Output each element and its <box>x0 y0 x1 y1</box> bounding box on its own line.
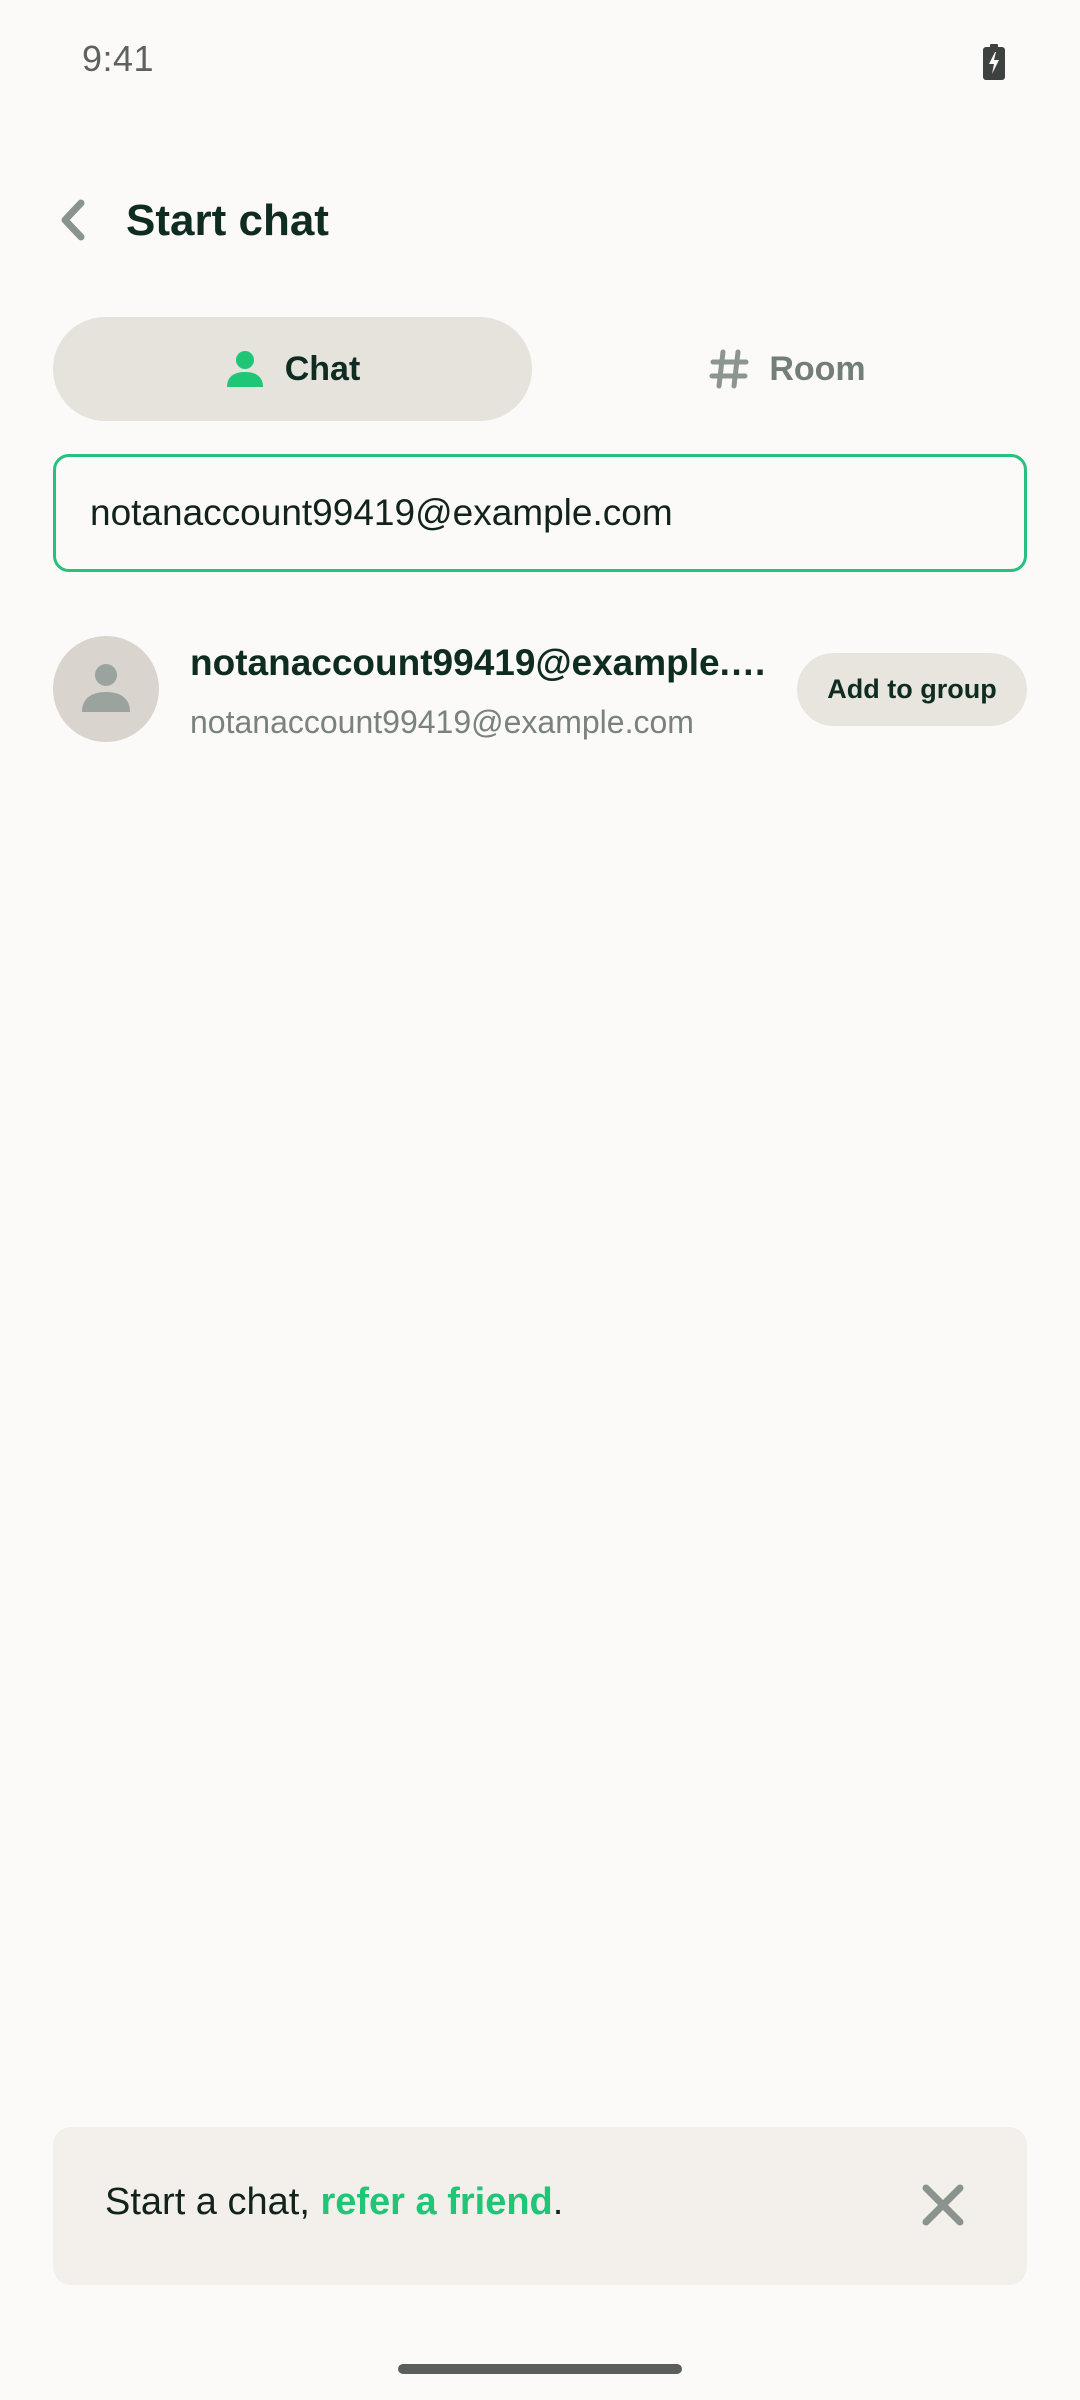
tab-chat[interactable]: Chat <box>53 317 532 421</box>
list-item[interactable]: notanaccount99419@example.com notanaccou… <box>53 636 1027 742</box>
person-icon <box>82 662 130 717</box>
person-icon <box>225 349 265 389</box>
add-to-group-button[interactable]: Add to group <box>797 653 1027 726</box>
back-button[interactable] <box>46 192 98 252</box>
page-title: Start chat <box>126 196 329 245</box>
home-indicator[interactable] <box>398 2364 682 2374</box>
tab-room[interactable]: Room <box>548 317 1027 421</box>
banner-close-button[interactable] <box>913 2177 973 2237</box>
refer-friend-banner: Start a chat, refer a friend. <box>53 2127 1027 2285</box>
battery-charging-icon <box>983 44 1005 80</box>
status-time: 9:41 <box>82 38 155 79</box>
result-name: notanaccount99419@example.com <box>190 642 780 683</box>
banner-text-suffix: . <box>552 2181 564 2223</box>
result-subtitle: notanaccount99419@example.com <box>190 704 694 740</box>
close-icon <box>921 2183 965 2232</box>
hash-icon <box>709 349 749 389</box>
banner-text: Start a chat, refer a friend. <box>105 2181 563 2224</box>
search-field[interactable] <box>53 454 1027 572</box>
start-chat-screen: 9:41 Start chat Chat Room notanaccount99… <box>0 0 1080 2400</box>
banner-text-prefix: Start a chat, <box>105 2181 321 2223</box>
chevron-left-icon <box>57 199 87 246</box>
search-input[interactable] <box>88 491 992 535</box>
avatar <box>53 636 159 742</box>
refer-friend-link[interactable]: refer a friend <box>320 2181 552 2223</box>
tab-chat-label: Chat <box>284 349 361 388</box>
tab-room-label: Room <box>769 349 866 388</box>
